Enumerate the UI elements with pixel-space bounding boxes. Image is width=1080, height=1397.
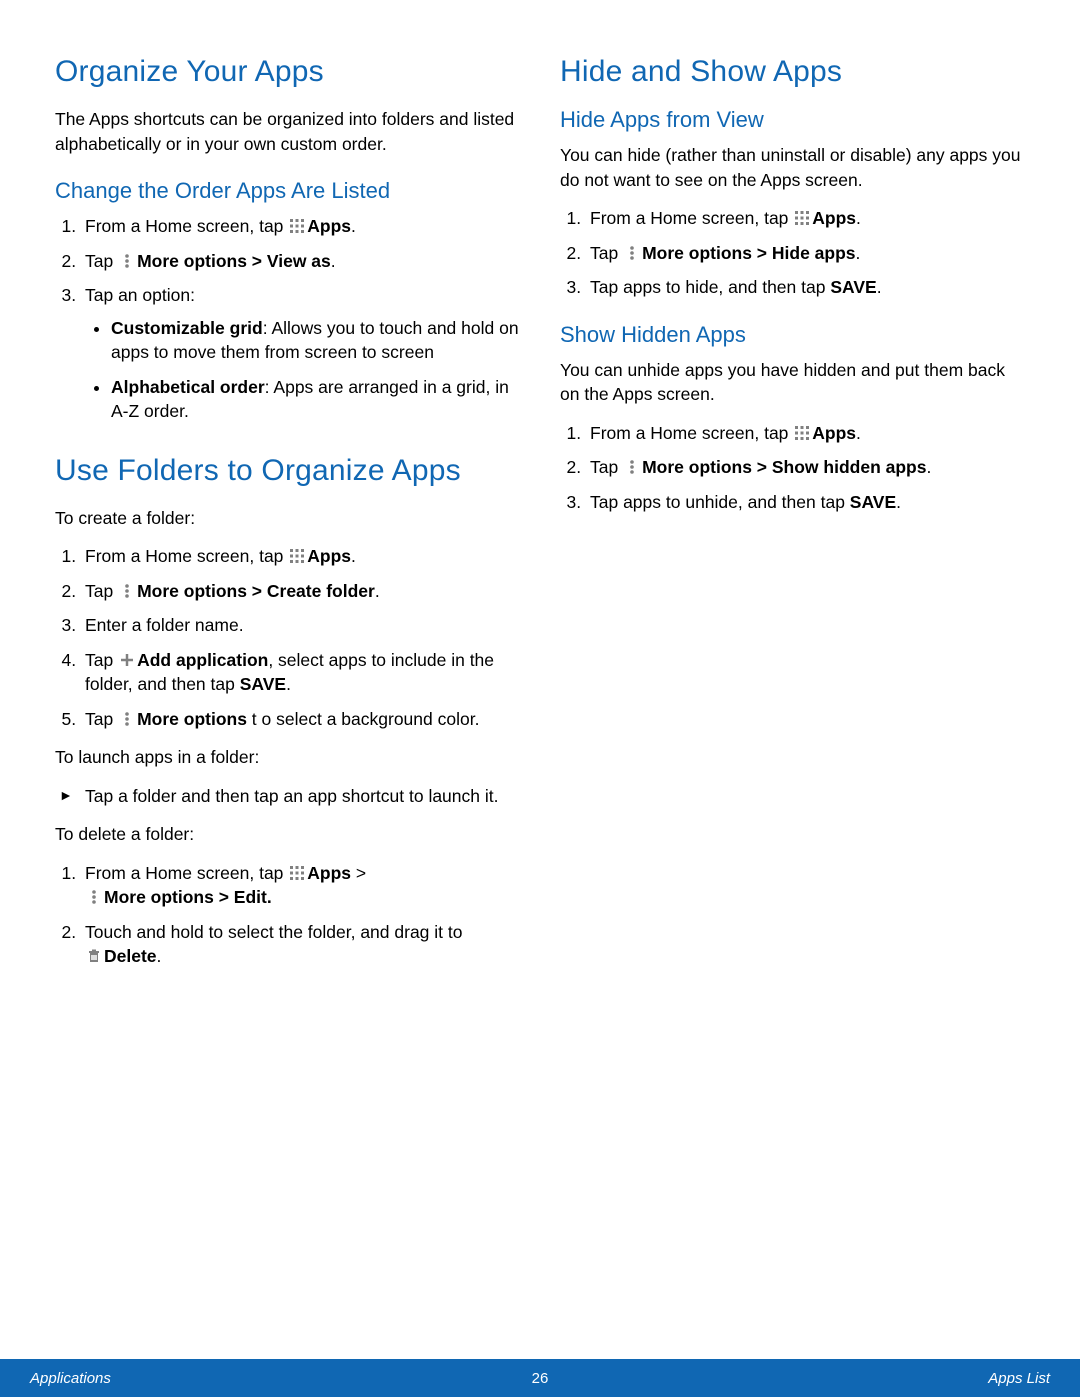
list-item: Tap apps to hide, and then tap SAVE. [586, 275, 1025, 300]
plus-icon [119, 652, 135, 668]
list-item: Tap More options > Create folder. [81, 579, 520, 604]
list-item: From a Home screen, tap Apps > More opti… [81, 861, 520, 910]
list-item: From a Home screen, tap Apps. [81, 544, 520, 569]
heading-show-hidden: Show Hidden Apps [560, 322, 1025, 348]
page-footer: Applications 26 Apps List [0, 1359, 1080, 1397]
heading-organize-your-apps: Organize Your Apps [55, 55, 520, 89]
create-folder-steps: From a Home screen, tap Apps. Tap More o… [55, 544, 520, 731]
list-item: Tap More options > Show hidden apps. [586, 455, 1025, 480]
list-item: Tap an option: Customizable grid: Allows… [81, 283, 520, 424]
apps-icon [289, 548, 305, 564]
launch-folder-steps: Tap a folder and then tap an app shortcu… [55, 784, 520, 809]
option-list: Customizable grid: Allows you to touch a… [85, 316, 520, 424]
list-item: Enter a folder name. [81, 613, 520, 638]
intro-text: The Apps shortcuts can be organized into… [55, 107, 520, 156]
heading-use-folders: Use Folders to Organize Apps [55, 454, 520, 488]
footer-page-number: 26 [0, 1370, 1080, 1387]
list-item: Touch and hold to select the folder, and… [81, 920, 520, 969]
launch-folder-label: To launch apps in a folder: [55, 745, 520, 770]
list-item: From a Home screen, tap Apps. [81, 214, 520, 239]
hide-apps-steps: From a Home screen, tap Apps. Tap More o… [560, 206, 1025, 300]
list-item: From a Home screen, tap Apps. [586, 206, 1025, 231]
list-item: Customizable grid: Allows you to touch a… [111, 316, 520, 365]
more-options-icon [119, 711, 135, 727]
show-intro: You can unhide apps you have hidden and … [560, 358, 1025, 407]
apps-icon [289, 218, 305, 234]
list-item: Tap More options > Hide apps. [586, 241, 1025, 266]
more-options-icon [624, 459, 640, 475]
heading-hide-show-apps: Hide and Show Apps [560, 55, 1025, 89]
show-hidden-steps: From a Home screen, tap Apps. Tap More o… [560, 421, 1025, 515]
list-item: Tap apps to unhide, and then tap SAVE. [586, 490, 1025, 515]
list-item: Tap More options t o select a background… [81, 707, 520, 732]
more-options-icon [86, 889, 102, 905]
list-item: Tap Add application, select apps to incl… [81, 648, 520, 697]
delete-folder-label: To delete a folder: [55, 822, 520, 847]
list-item: Alphabetical order: Apps are arranged in… [111, 375, 520, 424]
trash-icon [86, 948, 102, 964]
hide-intro: You can hide (rather than uninstall or d… [560, 143, 1025, 192]
left-column: Organize Your Apps The Apps shortcuts ca… [55, 55, 520, 983]
apps-icon [794, 210, 810, 226]
change-order-steps: From a Home screen, tap Apps. Tap More o… [55, 214, 520, 424]
apps-icon [289, 865, 305, 881]
more-options-icon [119, 253, 135, 269]
apps-icon [794, 425, 810, 441]
list-item: From a Home screen, tap Apps. [586, 421, 1025, 446]
footer-topic-name: Apps List [988, 1370, 1050, 1387]
heading-change-order: Change the Order Apps Are Listed [55, 178, 520, 204]
delete-folder-steps: From a Home screen, tap Apps > More opti… [55, 861, 520, 969]
footer-section-name: Applications [30, 1370, 111, 1387]
page-content: Organize Your Apps The Apps shortcuts ca… [0, 0, 1080, 983]
heading-hide-apps: Hide Apps from View [560, 107, 1025, 133]
right-column: Hide and Show Apps Hide Apps from View Y… [560, 55, 1025, 983]
list-item: Tap More options > View as. [81, 249, 520, 274]
more-options-icon [119, 583, 135, 599]
list-item: Tap a folder and then tap an app shortcu… [81, 784, 520, 809]
create-folder-label: To create a folder: [55, 506, 520, 531]
more-options-icon [624, 245, 640, 261]
